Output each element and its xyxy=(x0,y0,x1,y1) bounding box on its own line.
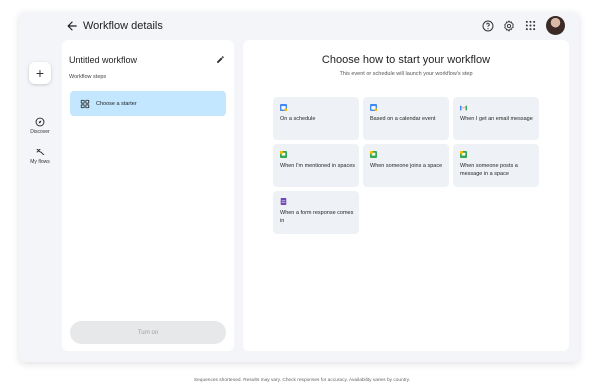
workflow-name[interactable]: Untitled workflow xyxy=(69,55,137,65)
starter-card-email[interactable]: When I get an email message xyxy=(453,97,539,140)
turn-on-button[interactable]: Turn on xyxy=(70,321,226,344)
starter-card-form-response[interactable]: When a form response comes in xyxy=(273,191,359,234)
card-label: When I get an email message xyxy=(460,116,533,122)
navigation-rail: + Discover My flows xyxy=(19,40,61,362)
starter-label: Choose a starter xyxy=(96,100,137,107)
card-label: When a form response comes in xyxy=(280,210,354,224)
main-title: Choose how to start your workflow xyxy=(321,54,491,66)
compass-icon xyxy=(35,117,45,127)
chat-icon xyxy=(280,151,287,158)
apps-grid-icon[interactable] xyxy=(523,19,537,33)
main-subtitle: This event or schedule will launch your … xyxy=(339,71,473,77)
gmail-icon xyxy=(460,105,467,111)
card-label: On a schedule xyxy=(280,116,316,122)
card-label: When someone joins a space xyxy=(370,163,443,169)
starter-card-mentioned[interactable]: When I'm mentioned in spaces xyxy=(273,144,359,187)
app-window: Workflow details + Discover My flows Unt… xyxy=(19,12,579,362)
rail-item-label: Discover xyxy=(30,129,50,135)
starter-card-calendar-event[interactable]: Based on a calendar event xyxy=(363,97,449,140)
calendar-icon xyxy=(370,104,377,111)
starter-options-panel: Choose how to start your workflow This e… xyxy=(243,40,569,351)
starter-card-joins-space[interactable]: When someone joins a space xyxy=(363,144,449,187)
chat-icon xyxy=(460,151,467,158)
card-label: Based on a calendar event xyxy=(370,116,436,122)
starter-card-posts-message[interactable]: When someone posts a message in a space xyxy=(453,144,539,187)
card-label: When I'm mentioned in spaces xyxy=(280,163,356,169)
avatar[interactable] xyxy=(546,16,565,35)
disclaimer-footer: Sequences shortened. Results may vary. C… xyxy=(193,378,411,383)
workflow-steps-panel: Untitled workflow Workflow steps Choose … xyxy=(62,40,234,351)
edit-pencil-icon[interactable] xyxy=(216,55,225,64)
flows-icon xyxy=(36,149,45,155)
rail-item-discover[interactable]: Discover xyxy=(19,117,61,135)
create-button[interactable]: + xyxy=(29,62,51,84)
chat-icon xyxy=(370,151,377,158)
rail-item-my-flows[interactable]: My flows xyxy=(19,147,61,165)
calendar-icon xyxy=(280,104,287,111)
starter-card-schedule[interactable]: On a schedule xyxy=(273,97,359,140)
page-title: Workflow details xyxy=(83,20,163,32)
top-bar: Workflow details xyxy=(19,12,579,40)
rail-item-label: My flows xyxy=(30,159,50,165)
choose-starter-step[interactable]: Choose a starter xyxy=(70,91,226,116)
card-label: When someone posts a message in a space xyxy=(460,163,518,177)
help-icon[interactable] xyxy=(481,19,495,33)
steps-heading: Workflow steps xyxy=(69,74,107,80)
starter-grid-icon xyxy=(80,99,90,108)
forms-icon xyxy=(280,198,287,205)
back-arrow-icon[interactable] xyxy=(65,19,79,33)
settings-gear-icon[interactable] xyxy=(502,19,516,33)
top-actions xyxy=(481,16,565,35)
